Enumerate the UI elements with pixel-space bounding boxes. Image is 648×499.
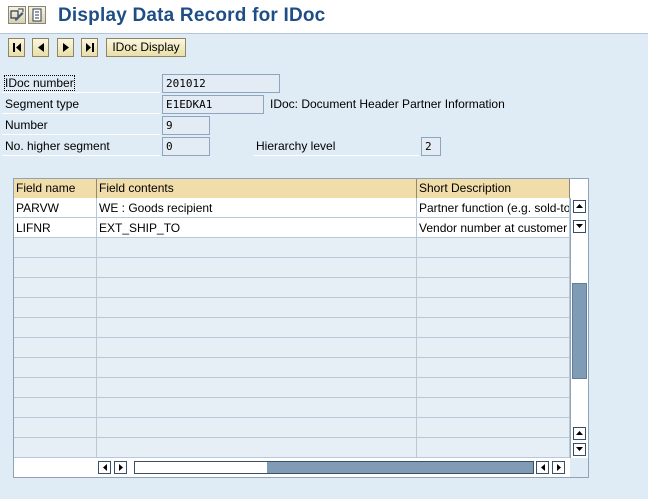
table-row[interactable] xyxy=(14,438,570,458)
table-row[interactable]: LIFNR EXT_SHIP_TO Vendor number at custo… xyxy=(14,218,570,238)
title-bar: Display Data Record for IDoc xyxy=(0,0,648,34)
hierarchy-level-label: Hierarchy level xyxy=(253,137,419,156)
hierarchy-level-field[interactable]: 2 xyxy=(421,137,441,156)
vertical-scroll-thumb[interactable] xyxy=(572,283,587,379)
table-row[interactable] xyxy=(14,318,570,338)
table-row[interactable] xyxy=(14,298,570,318)
table-row[interactable] xyxy=(14,238,570,258)
empty-cell xyxy=(417,378,570,398)
horizontal-scroll-track[interactable] xyxy=(134,461,534,474)
empty-cell xyxy=(417,438,570,458)
field-contents-cell: EXT_SHIP_TO xyxy=(97,218,417,238)
field-table: Field name Field contents Short Descript… xyxy=(13,178,589,478)
idoc-display-button[interactable]: IDoc Display xyxy=(106,38,186,57)
empty-cell xyxy=(417,258,570,278)
empty-cell xyxy=(14,238,97,258)
table-row[interactable] xyxy=(14,358,570,378)
scroll-page-up-icon[interactable] xyxy=(573,427,586,440)
scroll-page-left-icon[interactable] xyxy=(536,461,549,474)
scroll-page-down-icon[interactable] xyxy=(573,443,586,456)
first-page-button[interactable] xyxy=(8,38,25,57)
higher-segment-field[interactable]: 0 xyxy=(162,137,210,156)
scroll-corner xyxy=(570,458,588,477)
table-header: Field name Field contents Short Descript… xyxy=(14,179,570,198)
table-row[interactable] xyxy=(14,378,570,398)
empty-cell xyxy=(417,238,570,258)
number-field[interactable]: 9 xyxy=(162,116,210,135)
empty-cell xyxy=(97,278,417,298)
scroll-right-icon[interactable] xyxy=(114,461,127,474)
number-label: Number xyxy=(2,116,160,135)
last-page-button[interactable] xyxy=(81,38,98,57)
empty-cell xyxy=(97,338,417,358)
column-header-short-description[interactable]: Short Description xyxy=(417,179,570,198)
first-page-icon xyxy=(12,43,21,52)
scroll-left-icon[interactable] xyxy=(98,461,111,474)
empty-cell xyxy=(417,338,570,358)
column-header-field-contents[interactable]: Field contents xyxy=(97,179,417,198)
empty-cell xyxy=(14,298,97,318)
empty-cell xyxy=(417,318,570,338)
document-icon[interactable] xyxy=(28,6,46,24)
segment-type-field[interactable]: E1EDKA1 xyxy=(162,95,264,114)
empty-cell xyxy=(14,338,97,358)
table-row[interactable] xyxy=(14,398,570,418)
empty-cell xyxy=(97,438,417,458)
idoc-number-field[interactable]: 201012 xyxy=(162,74,280,93)
field-name-cell: LIFNR xyxy=(14,218,97,238)
segment-type-label: Segment type xyxy=(2,95,160,114)
empty-cell xyxy=(417,278,570,298)
field-contents-cell: WE : Goods recipient xyxy=(97,198,417,218)
table-row[interactable] xyxy=(14,418,570,438)
empty-cell xyxy=(14,418,97,438)
empty-cell xyxy=(14,398,97,418)
short-description-cell: Vendor number at customer xyxy=(417,218,570,238)
empty-cell xyxy=(417,298,570,318)
empty-cell xyxy=(97,418,417,438)
empty-cell xyxy=(417,358,570,378)
vertical-scroll-track[interactable] xyxy=(571,236,588,426)
empty-cell xyxy=(14,278,97,298)
empty-cell xyxy=(97,298,417,318)
table-row[interactable] xyxy=(14,258,570,278)
table-row[interactable] xyxy=(14,338,570,358)
horizontal-scroll-thumb[interactable] xyxy=(267,462,533,473)
previous-page-icon xyxy=(37,43,44,52)
empty-cell xyxy=(97,358,417,378)
display-change-icon[interactable] xyxy=(8,6,26,24)
empty-cell xyxy=(417,398,570,418)
empty-cell xyxy=(97,238,417,258)
previous-page-button[interactable] xyxy=(32,38,49,57)
table-row[interactable]: PARVW WE : Goods recipient Partner funct… xyxy=(14,198,570,218)
next-page-icon xyxy=(62,43,69,52)
field-name-cell: PARVW xyxy=(14,198,97,218)
empty-cell xyxy=(14,258,97,278)
empty-cell xyxy=(14,358,97,378)
short-description-cell: Partner function (e.g. sold-to xyxy=(417,198,570,218)
column-header-field-name[interactable]: Field name xyxy=(14,179,97,198)
next-page-button[interactable] xyxy=(57,38,74,57)
empty-cell xyxy=(14,438,97,458)
last-page-icon xyxy=(85,43,94,52)
horizontal-scrollbar[interactable] xyxy=(98,460,568,475)
page-title: Display Data Record for IDoc xyxy=(58,5,326,26)
empty-cell xyxy=(417,418,570,438)
segment-description: IDoc: Document Header Partner Informatio… xyxy=(270,97,505,111)
empty-cell xyxy=(97,318,417,338)
empty-cell xyxy=(14,318,97,338)
vertical-scrollbar[interactable] xyxy=(570,198,588,458)
application-toolbar: IDoc Display xyxy=(0,34,648,62)
scroll-page-right-icon[interactable] xyxy=(552,461,565,474)
empty-cell xyxy=(97,378,417,398)
idoc-number-label: IDoc number xyxy=(2,74,160,93)
empty-cell xyxy=(14,378,97,398)
empty-cell xyxy=(97,258,417,278)
scroll-down-icon[interactable] xyxy=(573,220,586,233)
empty-cell xyxy=(97,398,417,418)
table-row[interactable] xyxy=(14,278,570,298)
higher-segment-label: No. higher segment xyxy=(2,137,160,156)
scroll-up-icon[interactable] xyxy=(573,200,586,213)
